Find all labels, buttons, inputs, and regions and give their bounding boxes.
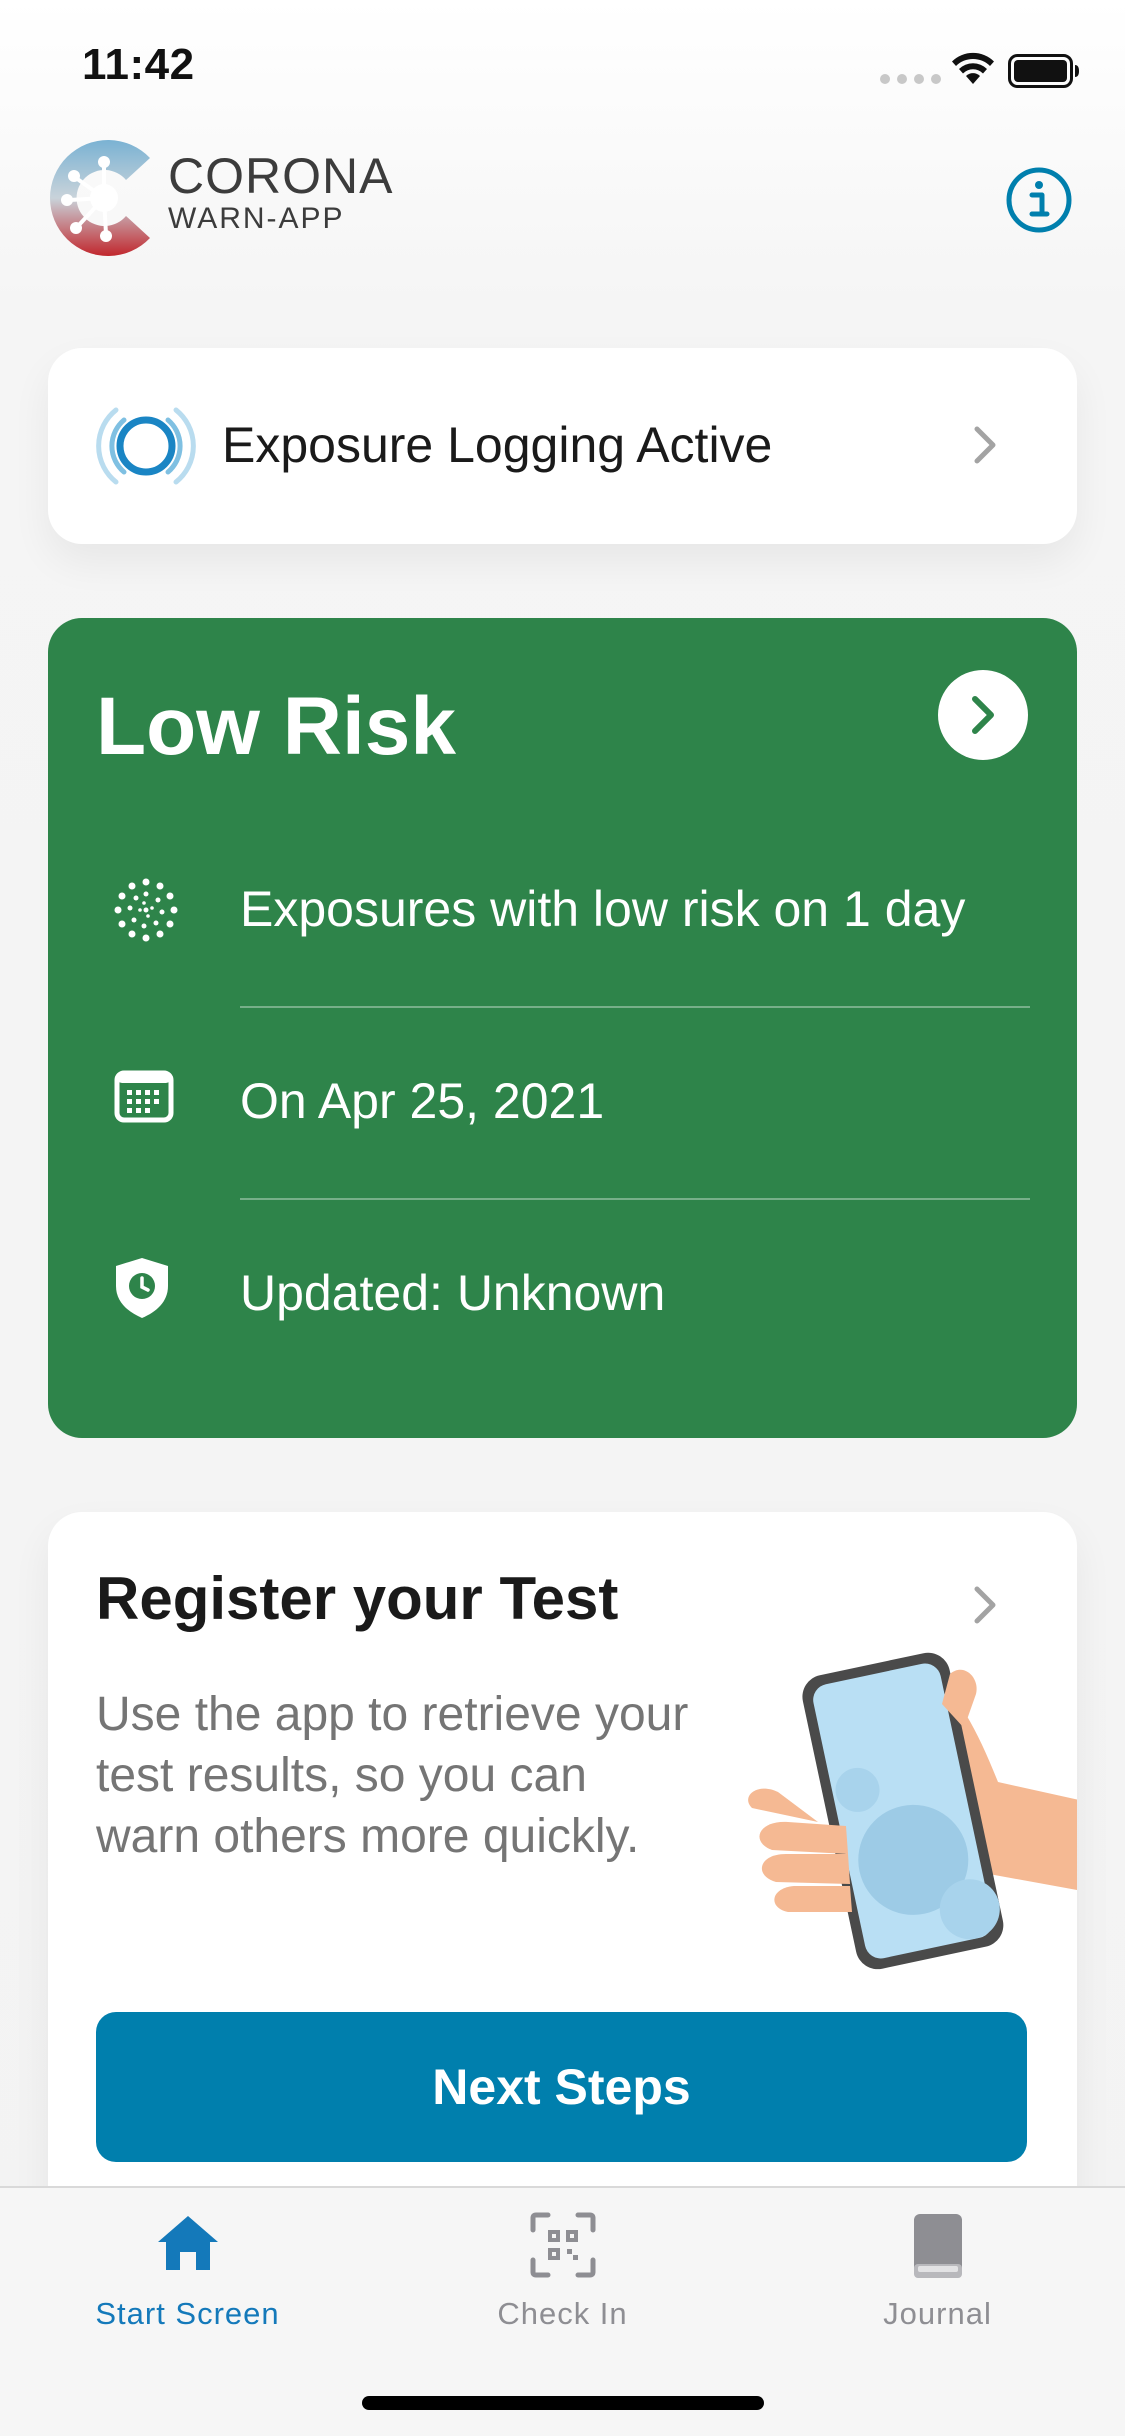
test-card-description: Use the app to retrieve your test result… — [96, 1688, 689, 1863]
tab-start-screen[interactable]: Start Screen — [0, 2188, 375, 2368]
risk-row-text: Updated: Unknown — [240, 1265, 666, 1321]
battery-icon — [1008, 54, 1079, 88]
risk-title: Low Risk — [96, 681, 456, 772]
wifi-icon — [952, 52, 994, 84]
risk-card[interactable]: Low Risk Exposures with low risk on 1 da… — [48, 618, 1077, 1438]
app-name-line2: WARN-APP — [168, 202, 345, 235]
tab-check-in[interactable]: Check In — [375, 2188, 750, 2368]
chevron-right-icon — [972, 696, 994, 734]
tab-journal[interactable]: Journal — [750, 2188, 1125, 2368]
book-icon — [913, 2214, 962, 2278]
status-time: 11:42 — [82, 40, 195, 89]
calendar-icon — [114, 1070, 174, 1123]
status-bar: 11:42 — [0, 0, 1125, 130]
exposure-logging-label: Exposure Logging Active — [222, 417, 773, 473]
chevron-right-icon — [974, 1586, 996, 1624]
risk-row-text: Exposures with low risk on 1 day — [240, 881, 966, 937]
home-icon — [157, 2216, 218, 2270]
risk-row-exposures: Exposures with low risk on 1 day — [48, 814, 1077, 1006]
risk-details-button[interactable] — [938, 670, 1028, 760]
app-name: CORONA WARN-APP — [168, 150, 393, 236]
exposure-logging-card[interactable]: Exposure Logging Active — [48, 348, 1077, 544]
risk-row-date: On Apr 25, 2021 — [48, 1008, 1077, 1200]
phone-in-hand-illustration — [748, 1652, 1077, 1970]
tab-label: Journal — [883, 2296, 992, 2331]
register-test-card[interactable]: Register your Test Use the app to retrie… — [48, 1512, 1077, 2272]
corona-warn-app-logo — [50, 140, 150, 256]
tab-label: Check In — [497, 2296, 628, 2331]
home-screen: 11:42 CORONA WARN-APP Exposure Logging A… — [0, 0, 1125, 2436]
app-name-line1: CORONA — [168, 148, 394, 204]
info-icon[interactable] — [1005, 166, 1073, 234]
cellular-signal-icon — [880, 74, 941, 84]
virus-icon — [114, 878, 178, 942]
home-indicator[interactable] — [362, 2396, 764, 2410]
exposure-logging-icon — [96, 407, 196, 485]
risk-row-text: On Apr 25, 2021 — [240, 1073, 605, 1129]
test-card-title: Register your Test — [96, 1565, 619, 1632]
next-steps-button[interactable]: Next Steps — [96, 2012, 1027, 2162]
qr-code-icon — [530, 2212, 595, 2278]
risk-row-updated: Updated: Unknown — [48, 1200, 1077, 1392]
tab-label: Start Screen — [95, 2296, 280, 2331]
shield-clock-icon — [116, 1258, 168, 1318]
chevron-right-icon — [974, 426, 996, 464]
